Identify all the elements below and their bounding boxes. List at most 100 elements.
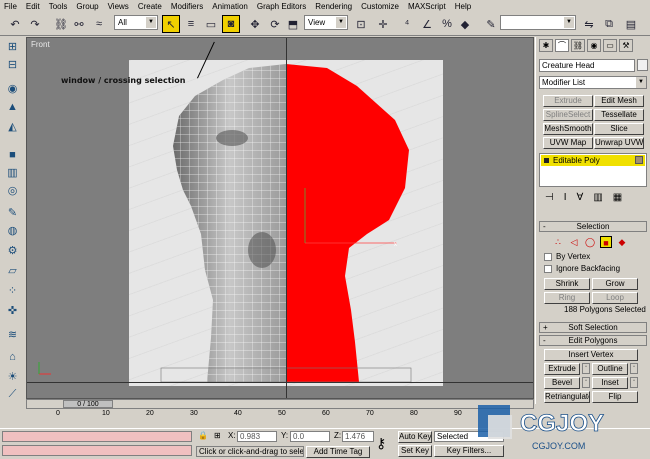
lock-icon[interactable]: 🔒 (198, 431, 208, 440)
create-tab-icon[interactable]: ✱ (539, 39, 553, 52)
time-slider-track[interactable]: 0 / 100 (26, 399, 534, 409)
menu-maxscript[interactable]: MAXScript (408, 2, 446, 11)
insert-vertex-button[interactable]: Insert Vertex (544, 349, 638, 361)
modifier-button[interactable]: Unwrap UVW (594, 137, 644, 149)
named-selection-sets-dropdown[interactable]: ▼ (500, 15, 576, 30)
front-viewport[interactable]: Front x window / crossing selection (26, 37, 534, 399)
select-link-icon[interactable]: ⛓ (52, 15, 70, 33)
modifier-button[interactable]: MeshSmooth (543, 123, 593, 135)
key-icon[interactable]: ⚷ (376, 435, 386, 452)
inset-settings-icon[interactable]: ▫ (630, 377, 638, 388)
selection-rollout-header[interactable]: - Selection (539, 221, 647, 232)
box-icon[interactable]: ■ (4, 147, 21, 162)
modifier-list-dropdown[interactable]: Modifier List ▼ (539, 76, 647, 89)
modifier-button[interactable]: Extrude (543, 95, 593, 107)
camera-icon[interactable]: ⌂ (4, 349, 21, 364)
shapes-icon[interactable]: ⊟ (4, 57, 21, 72)
z-coordinate-field[interactable]: 1.476 (342, 431, 374, 442)
polygon-mode-icon[interactable]: ■ (600, 236, 612, 248)
spinner-snap-icon[interactable]: ◆ (456, 15, 474, 33)
cylinder-icon[interactable]: ▥ (4, 165, 21, 180)
select-manipulate-icon[interactable]: ✛ (374, 15, 392, 33)
bind-space-warp-icon[interactable]: ≈ (90, 15, 108, 33)
stack-bulb-icon[interactable] (544, 158, 549, 163)
remove-modifier-icon[interactable]: ▥ (593, 192, 602, 206)
helper-icon[interactable]: ✜ (4, 303, 21, 318)
configure-sets-icon[interactable]: ▦ (613, 192, 622, 206)
menu-create[interactable]: Create (138, 2, 162, 11)
modifier-button[interactable]: SplineSelect (543, 109, 593, 121)
menu-group[interactable]: Group (76, 2, 98, 11)
menu-rendering[interactable]: Rendering (315, 2, 352, 11)
cone-icon[interactable]: ▲ (4, 99, 21, 114)
by-vertex-checkbox[interactable] (544, 253, 552, 261)
extrude-settings-icon[interactable]: ▫ (582, 363, 590, 374)
angle-snap-icon[interactable]: ∠ (418, 15, 436, 33)
motion-tab-icon[interactable]: ◉ (587, 39, 601, 52)
grow-button[interactable]: Grow (592, 278, 638, 290)
make-unique-icon[interactable]: ∀ (577, 192, 584, 206)
soft-selection-rollout-header[interactable]: + Soft Selection (539, 322, 647, 333)
menu-modifiers[interactable]: Modifiers (171, 2, 203, 11)
menu-views[interactable]: Views (108, 2, 129, 11)
bevel-settings-icon[interactable]: ▫ (582, 377, 590, 388)
gear-icon[interactable]: ⚙ (4, 243, 21, 258)
auto-key-button[interactable]: Auto Key (398, 431, 432, 443)
scale-icon[interactable]: ⬒ (284, 15, 302, 33)
ignore-backfacing-checkbox[interactable] (544, 265, 552, 273)
mirror-icon[interactable]: ⇋ (580, 15, 598, 33)
geometry-icon[interactable]: ⊞ (4, 39, 21, 54)
ring-button[interactable]: Ring (544, 292, 590, 304)
edge-mode-icon[interactable]: ◁ (568, 236, 580, 248)
undo-icon[interactable]: ↶ (6, 15, 24, 33)
modifier-stack[interactable]: Editable Poly (539, 153, 647, 187)
redo-icon[interactable]: ↷ (26, 15, 44, 33)
selection-filter-dropdown[interactable]: All ▼ (114, 15, 158, 30)
show-end-result-icon[interactable]: I (564, 192, 567, 206)
tube-icon[interactable]: ◎ (4, 183, 21, 198)
menu-tools[interactable]: Tools (49, 2, 68, 11)
move-icon[interactable]: ✥ (246, 15, 264, 33)
loop-button[interactable]: Loop (592, 292, 638, 304)
pin-stack-icon[interactable]: ⊣ (545, 192, 554, 206)
absolute-mode-icon[interactable]: ⊞ (214, 431, 221, 440)
y-coordinate-field[interactable]: 0.0 (290, 431, 330, 442)
named-selection-icon[interactable]: ✎ (482, 15, 500, 33)
percent-snap-icon[interactable]: % (438, 15, 456, 33)
modify-tab-icon[interactable]: ⌒ (555, 39, 569, 52)
menu-customize[interactable]: Customize (361, 2, 399, 11)
object-name-field[interactable]: Creature Head (539, 59, 635, 72)
element-mode-icon[interactable]: ◆ (616, 236, 628, 248)
bevel-button[interactable]: Bevel (544, 377, 580, 389)
torus-icon[interactable]: ◍ (4, 223, 21, 238)
extrude-button[interactable]: Extrude (544, 363, 580, 375)
x-coordinate-field[interactable]: 0.983 (237, 431, 277, 442)
space-warp-icon[interactable]: ≋ (4, 327, 21, 342)
rotate-icon[interactable]: ⟳ (266, 15, 284, 33)
pivot-center-icon[interactable]: ⊡ (352, 15, 370, 33)
select-by-name-icon[interactable]: ≡ (182, 15, 200, 33)
border-mode-icon[interactable]: ◯ (584, 236, 596, 248)
select-object-icon[interactable]: ↖ (162, 15, 180, 33)
add-time-tag-button[interactable]: Add Time Tag (306, 446, 370, 458)
light-icon[interactable]: ☀ (4, 369, 21, 384)
menu-file[interactable]: File (4, 2, 17, 11)
menu-edit[interactable]: Edit (26, 2, 40, 11)
modifier-button[interactable]: UVW Map (543, 137, 593, 149)
snap-toggle-icon[interactable]: ⁴ (398, 15, 416, 33)
menu-graph-editors[interactable]: Graph Editors (257, 2, 306, 11)
utilities-tab-icon[interactable]: ⚒ (619, 39, 633, 52)
sphere-icon[interactable]: ◉ (4, 81, 21, 96)
maxscript-listener-mini[interactable] (2, 431, 192, 442)
pyramid-icon[interactable]: ◭ (4, 119, 21, 134)
particles-icon[interactable]: ⁘ (4, 283, 21, 298)
outline-button[interactable]: Outline (592, 363, 628, 375)
display-tab-icon[interactable]: ▭ (603, 39, 617, 52)
modifier-button[interactable]: Edit Mesh (594, 95, 644, 107)
layer-manager-icon[interactable]: ▤ (622, 15, 640, 33)
stack-item-editable-poly[interactable]: Editable Poly (541, 155, 645, 166)
align-icon[interactable]: ⧉ (600, 15, 618, 33)
window-crossing-icon[interactable]: ◙ (222, 15, 240, 33)
maxscript-output-mini[interactable] (2, 445, 192, 456)
outline-settings-icon[interactable]: ▫ (630, 363, 638, 374)
